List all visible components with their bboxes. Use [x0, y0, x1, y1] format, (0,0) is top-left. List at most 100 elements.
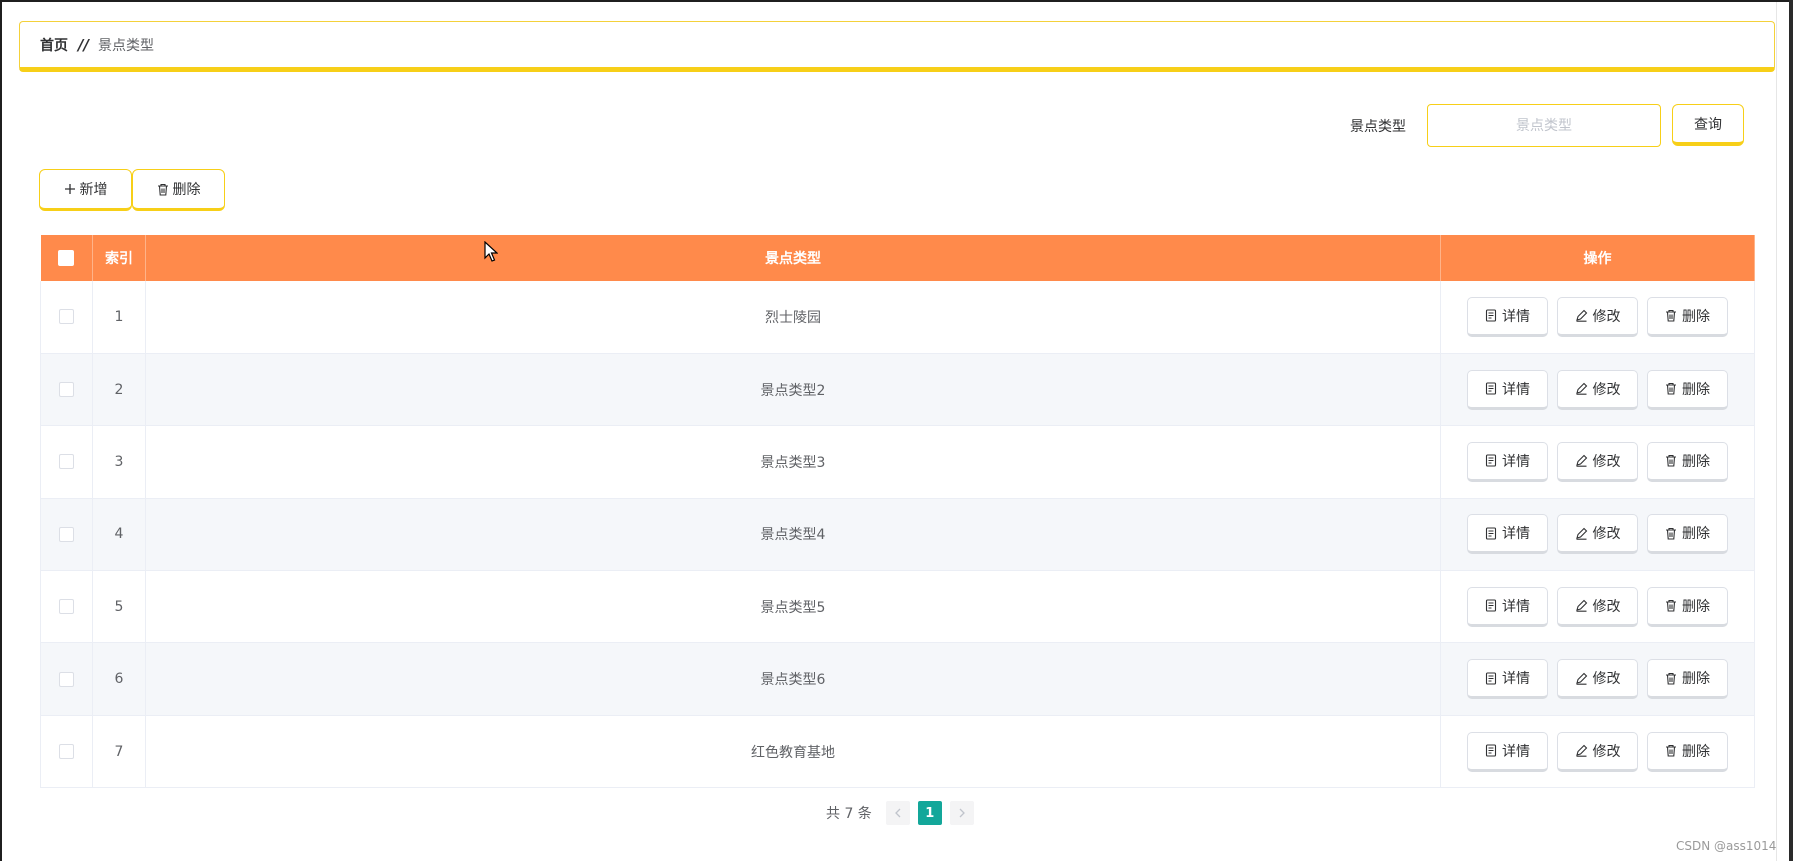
pencil-icon — [1575, 599, 1588, 612]
edit-label: 修改 — [1592, 381, 1621, 398]
edit-button[interactable]: 修改 — [1557, 296, 1638, 337]
chevron-left-icon — [894, 808, 902, 818]
delete-button[interactable]: 删除 — [1647, 296, 1728, 337]
pencil-icon — [1575, 672, 1588, 685]
detail-button[interactable]: 详情 — [1467, 586, 1548, 627]
row-checkbox[interactable] — [59, 526, 74, 542]
page-number-button[interactable]: 1 — [917, 801, 942, 825]
pencil-icon — [1575, 454, 1588, 468]
vertical-scrollbar[interactable] — [1776, 2, 1789, 861]
watermark: CSDN @ass1014 — [1676, 839, 1777, 853]
document-icon — [1485, 309, 1497, 322]
window-top-border — [0, 0, 1793, 2]
query-button[interactable]: 查询 — [1672, 104, 1744, 146]
table-row: 3 景点类型3 详情 修改 删除 — [40, 425, 1755, 499]
breadcrumb-current: 景点类型 — [97, 37, 154, 54]
data-table: 索引 景点类型 操作 1 烈士陵园 详情 修改 删除 2 景点类型2 详情 修改 删除 3 景点类型3… — [40, 235, 1755, 789]
trash-icon — [1665, 309, 1677, 322]
select-all-checkbox[interactable] — [58, 250, 75, 266]
table-header-row: 索引 景点类型 操作 — [40, 235, 1755, 281]
delete-label: 删除 — [1682, 381, 1710, 398]
detail-label: 详情 — [1502, 743, 1530, 760]
delete-button[interactable]: 删除 — [1647, 369, 1728, 410]
document-icon — [1485, 599, 1497, 612]
detail-button[interactable]: 详情 — [1467, 659, 1548, 700]
window-right-border — [1789, 0, 1793, 861]
row-ops-cell: 详情 修改 删除 — [1440, 425, 1755, 499]
detail-button[interactable]: 详情 — [1467, 731, 1548, 772]
row-ops-cell: 详情 修改 删除 — [1440, 642, 1755, 716]
trash-icon — [157, 183, 169, 196]
search-label: 景点类型 — [1350, 119, 1406, 135]
row-checkbox[interactable] — [59, 382, 74, 398]
row-type: 红色教育基地 — [145, 715, 1441, 789]
row-index: 7 — [92, 715, 146, 789]
row-checkbox[interactable] — [59, 309, 74, 325]
pagination: 共 7 条 1 — [826, 801, 974, 825]
table-row: 5 景点类型5 详情 修改 删除 — [40, 570, 1755, 644]
table-row: 1 烈士陵园 详情 修改 删除 — [40, 281, 1755, 354]
delete-button[interactable]: 删除 — [1647, 514, 1728, 555]
edit-button[interactable]: 修改 — [1557, 369, 1638, 410]
detail-button[interactable]: 详情 — [1467, 441, 1548, 482]
row-checkbox[interactable] — [59, 599, 74, 615]
row-index: 3 — [92, 425, 146, 499]
trash-icon — [1665, 527, 1677, 540]
edit-button[interactable]: 修改 — [1557, 441, 1638, 482]
row-type: 烈士陵园 — [145, 281, 1441, 354]
row-type: 景点类型2 — [145, 353, 1441, 427]
table-row: 2 景点类型2 详情 修改 删除 — [40, 353, 1755, 427]
detail-label: 详情 — [1502, 453, 1530, 470]
detail-button[interactable]: 详情 — [1467, 296, 1548, 337]
row-index: 2 — [92, 353, 146, 427]
mouse-cursor-icon — [484, 240, 499, 266]
edit-label: 修改 — [1592, 308, 1621, 325]
delete-button[interactable]: 删除 — [1647, 586, 1728, 627]
row-checkbox[interactable] — [59, 454, 74, 470]
trash-icon — [1665, 382, 1677, 395]
header-type: 景点类型 — [145, 235, 1441, 281]
add-button[interactable]: 新增 — [39, 169, 132, 211]
detail-label: 详情 — [1502, 526, 1530, 543]
row-type: 景点类型4 — [145, 498, 1441, 572]
delete-button[interactable]: 删除 — [1647, 731, 1728, 772]
delete-label: 删除 — [1682, 526, 1710, 543]
row-checkbox-cell — [40, 715, 93, 789]
header-checkbox-cell — [40, 235, 93, 281]
row-index: 4 — [92, 498, 146, 572]
edit-label: 修改 — [1592, 598, 1621, 615]
pagination-total: 共 7 条 — [826, 806, 872, 822]
batch-delete-button[interactable]: 删除 — [132, 169, 225, 211]
document-icon — [1485, 527, 1497, 540]
document-icon — [1485, 382, 1497, 395]
row-checkbox[interactable] — [59, 744, 74, 760]
edit-button[interactable]: 修改 — [1557, 514, 1638, 555]
breadcrumb-home-link[interactable]: 首页 — [40, 35, 68, 55]
document-icon — [1485, 744, 1497, 757]
trash-icon — [1665, 454, 1677, 468]
pencil-icon — [1575, 527, 1588, 540]
edit-button[interactable]: 修改 — [1557, 586, 1638, 627]
row-ops-cell: 详情 修改 删除 — [1440, 498, 1755, 572]
prev-page-button[interactable] — [885, 801, 910, 825]
edit-button[interactable]: 修改 — [1557, 659, 1638, 700]
row-checkbox[interactable] — [59, 671, 74, 687]
breadcrumb-separator: // — [78, 35, 89, 54]
batch-delete-label: 删除 — [172, 182, 201, 198]
row-type: 景点类型6 — [145, 642, 1441, 716]
edit-button[interactable]: 修改 — [1557, 731, 1638, 772]
edit-label: 修改 — [1592, 671, 1621, 688]
search-input[interactable] — [1427, 104, 1661, 147]
edit-label: 修改 — [1592, 526, 1621, 543]
row-checkbox-cell — [40, 570, 93, 644]
detail-button[interactable]: 详情 — [1467, 369, 1548, 410]
next-page-button[interactable] — [949, 801, 974, 825]
delete-label: 删除 — [1682, 308, 1710, 325]
detail-button[interactable]: 详情 — [1467, 514, 1548, 555]
delete-label: 删除 — [1682, 743, 1710, 760]
delete-button[interactable]: 删除 — [1647, 659, 1728, 700]
delete-button[interactable]: 删除 — [1647, 441, 1728, 482]
pencil-icon — [1575, 744, 1588, 757]
header-index: 索引 — [92, 235, 146, 281]
pencil-icon — [1575, 382, 1588, 395]
